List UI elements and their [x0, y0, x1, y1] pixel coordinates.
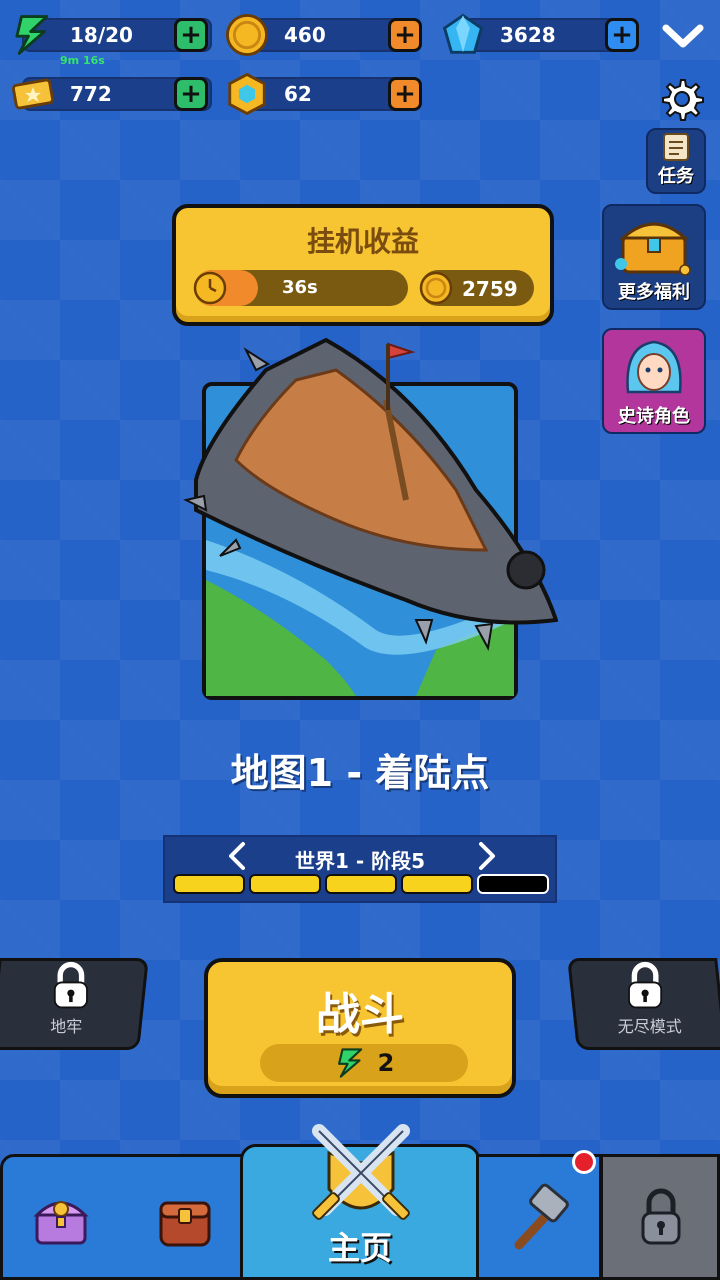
chevron-right-icon[interactable]: [475, 841, 499, 871]
map-illustration[interactable]: [176, 330, 558, 706]
bottom-nav: 主页: [0, 1124, 720, 1280]
lightning-icon: [15, 15, 49, 55]
hero-portrait-icon: [626, 340, 682, 394]
tasks-label: 任务: [658, 166, 694, 187]
crossed-swords-icon: [312, 1124, 410, 1220]
stage-segment: [401, 874, 473, 894]
coin-icon: [419, 271, 453, 305]
tickets-value: 772: [70, 82, 112, 106]
battle-button[interactable]: 战斗 2: [204, 958, 516, 1098]
gold-value: 460: [284, 23, 326, 47]
backpack-icon[interactable]: [153, 1187, 217, 1251]
add-gold-button[interactable]: +: [388, 18, 422, 52]
idle-rewards-title: 挂机收益: [306, 225, 419, 258]
endless-mode-label: 无尽模式: [617, 1017, 682, 1036]
idle-gold-bar: 2759: [419, 270, 534, 306]
nav-home-tab[interactable]: 主页: [240, 1124, 480, 1280]
stage-segment: [173, 874, 245, 894]
more-rewards-button[interactable]: 更多福利: [602, 204, 706, 310]
add-energy-button[interactable]: +: [174, 18, 208, 52]
stage-segment: [325, 874, 397, 894]
more-rewards-label: 更多福利: [618, 282, 690, 303]
gem-icon: [442, 13, 484, 54]
energy-timer: 9m 16s: [60, 54, 105, 67]
map-title: 地图1 - 着陆点: [230, 751, 490, 795]
idle-gold-value: 2759: [462, 277, 518, 301]
coin-icon: [226, 14, 268, 56]
battle-cost: 2: [260, 1044, 468, 1082]
hex-token-icon: [228, 72, 266, 116]
idle-rewards-panel[interactable]: 挂机收益 36s 2759: [172, 204, 554, 326]
gear-icon[interactable]: [658, 76, 704, 122]
treasure-chest-icon: [615, 222, 691, 276]
notification-badge: [572, 1150, 596, 1174]
battle-label: 战斗: [316, 989, 404, 1040]
idle-timer-value: 36s: [282, 277, 318, 298]
stage-selector: 世界1 - 阶段5: [163, 835, 557, 903]
gems-value: 3628: [500, 23, 556, 47]
tasks-button[interactable]: 任务: [646, 128, 706, 194]
nav-locked-tab[interactable]: [600, 1154, 720, 1280]
add-tickets-button[interactable]: +: [174, 77, 208, 111]
idle-timer-bar: 36s: [193, 270, 408, 306]
ticket-icon: [11, 78, 55, 110]
dungeon-button[interactable]: 地牢: [0, 958, 149, 1050]
nav-home-label: 主页: [327, 1229, 392, 1267]
epic-hero-button[interactable]: 史诗角色: [602, 328, 706, 434]
lightning-icon: [337, 1048, 362, 1078]
stage-segment: [249, 874, 321, 894]
add-tokens-button[interactable]: +: [388, 77, 422, 111]
nav-left-group: [0, 1154, 246, 1280]
add-gems-button[interactable]: +: [605, 18, 639, 52]
tokens-value: 62: [284, 82, 312, 106]
scroll-icon: [663, 133, 689, 161]
coin-clock-icon: [193, 271, 227, 305]
chevron-down-icon[interactable]: [660, 18, 706, 54]
lock-icon: [53, 961, 88, 1009]
stage-segment: [477, 874, 549, 894]
dungeon-label: 地牢: [50, 1017, 83, 1036]
hammer-icon: [514, 1183, 569, 1250]
treasure-chest-icon[interactable]: [29, 1187, 93, 1251]
battle-cost-value: 2: [377, 1049, 395, 1077]
endless-mode-button[interactable]: 无尽模式: [567, 958, 720, 1050]
energy-value: 18/20: [70, 23, 133, 47]
epic-hero-label: 史诗角色: [618, 406, 690, 427]
lock-icon: [628, 961, 663, 1009]
lock-icon: [641, 1188, 681, 1245]
